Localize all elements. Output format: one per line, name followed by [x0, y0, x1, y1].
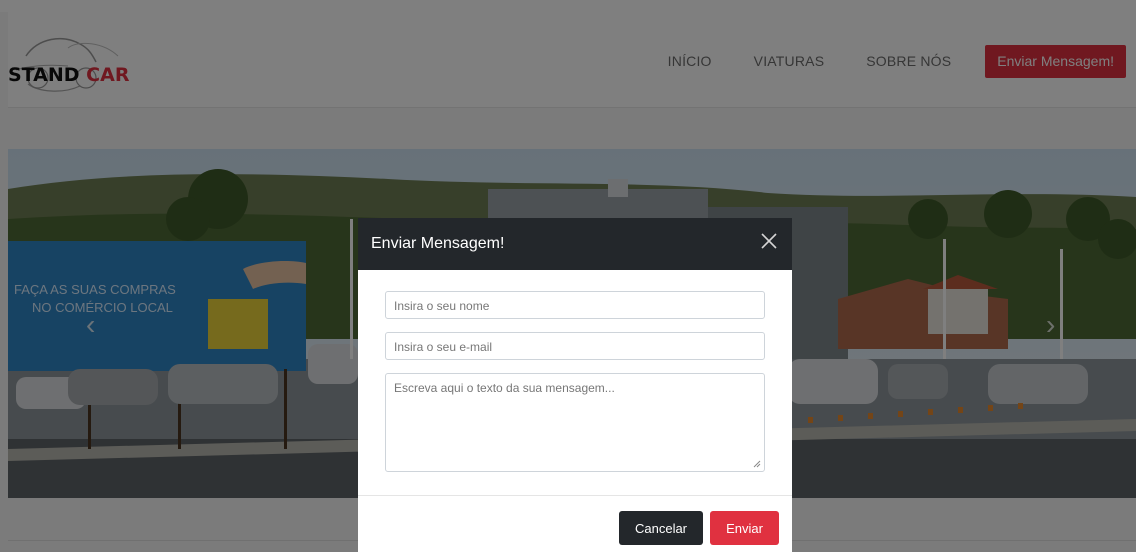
name-input[interactable]: Insira o seu nome: [385, 291, 765, 319]
modal-header: Enviar Mensagem!: [358, 218, 792, 270]
modal-footer: Cancelar Enviar: [358, 495, 792, 552]
resize-handle-icon[interactable]: [753, 460, 761, 468]
send-button[interactable]: Enviar: [710, 511, 779, 545]
close-icon[interactable]: [758, 230, 780, 252]
message-placeholder: Escreva aqui o texto da sua mensagem...: [394, 381, 615, 395]
email-input[interactable]: Insira o seu e-mail: [385, 332, 765, 360]
message-textarea[interactable]: Escreva aqui o texto da sua mensagem...: [385, 373, 765, 472]
cancel-button[interactable]: Cancelar: [619, 511, 703, 545]
modal-title: Enviar Mensagem!: [371, 235, 505, 252]
send-message-modal: Enviar Mensagem! Insira o seu nome Insir…: [358, 218, 792, 552]
modal-body: Insira o seu nome Insira o seu e-mail Es…: [358, 270, 792, 495]
